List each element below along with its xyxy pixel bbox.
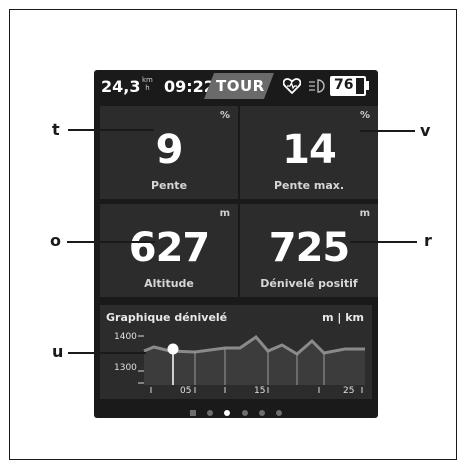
slope-label: Pente (150, 179, 188, 192)
tile-max-slope[interactable]: % 14 Pente max. (240, 106, 378, 199)
speed-unit-top: km (142, 76, 153, 84)
callout-r: r (424, 231, 432, 250)
page-dot-home[interactable] (190, 409, 197, 416)
callout-line-v (360, 130, 415, 132)
elevation-gain-value: 725 (268, 225, 351, 271)
current-position-marker (167, 343, 179, 355)
tile-slope[interactable]: % 9 Pente (100, 106, 238, 199)
callout-line-t (68, 129, 154, 131)
battery-terminal (366, 81, 369, 90)
callout-line-o (67, 241, 155, 243)
max-slope-value: 14 (282, 127, 337, 173)
elevation-area (144, 337, 365, 385)
display-screen: 24,3 km h 09:22 TOUR 76 % % 9 Pente % 14… (94, 70, 378, 418)
elevation-gain-label: Dénivelé positif (260, 277, 358, 290)
x-tick-label: 25 (343, 386, 355, 396)
callout-u: u (52, 342, 64, 361)
speed-unit-bottom: h (145, 84, 150, 92)
tile-elevation-gain[interactable]: m 725 Dénivelé positif (240, 204, 378, 297)
bike-light-icon (309, 79, 325, 93)
speed-unit: km h (142, 76, 153, 92)
page-dot[interactable] (207, 409, 214, 416)
callout-line-r (350, 241, 417, 243)
callout-t: t (52, 120, 60, 139)
heart-rate-icon (283, 78, 301, 94)
page-dot[interactable] (241, 409, 248, 416)
tile-unit: m (219, 208, 230, 219)
speed-value: 24,3 (101, 77, 141, 96)
battery-percentage: 76 (334, 77, 354, 93)
callout-line-u (68, 352, 146, 354)
tile-unit: m (359, 208, 370, 219)
tile-unit: % (219, 110, 230, 121)
callout-o: o (50, 231, 61, 250)
mode-label: TOUR (216, 77, 265, 95)
max-slope-label: Pente max. (273, 179, 345, 192)
tile-unit: % (359, 110, 370, 121)
callout-v: v (420, 121, 431, 140)
page-dot[interactable] (258, 409, 265, 416)
slope-value: 9 (155, 127, 184, 173)
x-tick-label: 15 (254, 386, 266, 396)
status-bar: 24,3 km h 09:22 TOUR 76 % (94, 70, 378, 102)
tile-altitude[interactable]: m 627 Altitude (100, 204, 238, 297)
page-indicator (94, 402, 378, 418)
battery-percent-sign: % (356, 79, 362, 86)
page-dot[interactable] (275, 409, 282, 416)
altitude-value: 627 (128, 225, 211, 271)
x-tick-label: 05 (180, 386, 192, 396)
altitude-label: Altitude (144, 277, 194, 290)
page-dot-active[interactable] (224, 409, 231, 416)
